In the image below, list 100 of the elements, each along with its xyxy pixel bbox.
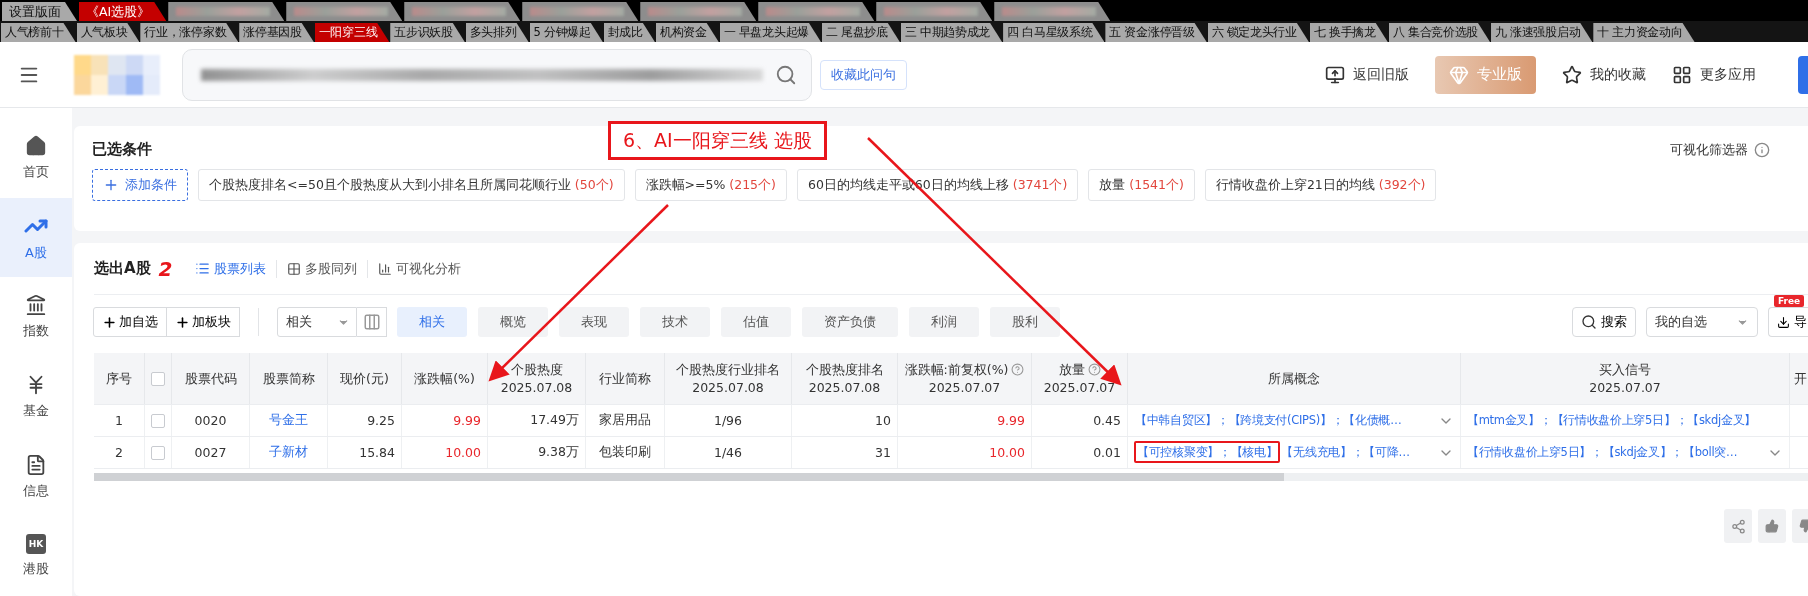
tab[interactable]: 多头排列: [465, 23, 529, 42]
blurred-tab[interactable]: [876, 2, 993, 21]
add-button[interactable]: 加自选: [93, 307, 167, 337]
blurred-tab[interactable]: [286, 2, 403, 21]
signal-tags[interactable]: 【mtm金叉】；【行情收盘价上穿5日】；【skdj金叉】: [1467, 413, 1756, 428]
add-button[interactable]: 加板块: [166, 307, 240, 337]
condition-chip[interactable]: 行情收盘价上穿21日的均线 (392个): [1204, 169, 1437, 201]
blurred-tab[interactable]: [640, 2, 757, 21]
condition-chip[interactable]: 放量 (1541个): [1088, 169, 1195, 201]
add-condition-button[interactable]: 添加条件: [92, 169, 188, 201]
condition-chip[interactable]: 涨跌幅>=5% (215个): [634, 169, 787, 201]
view-tab[interactable]: 股票列表: [184, 259, 276, 278]
category-tab[interactable]: 表现: [559, 307, 629, 337]
tab[interactable]: 5 分钟爆起: [529, 23, 603, 42]
column-header[interactable]: 股票简称: [262, 369, 315, 388]
tab[interactable]: 一阳穿三线: [314, 23, 390, 42]
column-header[interactable]: 涨跌幅:前复权(%): [904, 360, 1009, 379]
sidebar-item[interactable]: 首页: [0, 118, 72, 198]
column-header[interactable]: 序号: [106, 369, 132, 388]
sidebar-item[interactable]: 指数: [0, 277, 72, 357]
category-tab[interactable]: 资产负债: [802, 307, 898, 337]
blurred-tab[interactable]: [522, 2, 639, 21]
column-date: 2025.07.07: [1043, 378, 1116, 397]
column-header[interactable]: 个股热度: [510, 360, 563, 379]
header-link[interactable]: 我的收藏: [1562, 64, 1646, 85]
info-icon[interactable]: [1754, 141, 1770, 158]
category-tab[interactable]: 估值: [721, 307, 791, 337]
tab[interactable]: 人气板块: [76, 23, 140, 42]
monitor-icon: [1325, 64, 1345, 85]
concept-tags[interactable]: 【中韩自贸区】；【跨境支付(CIPS)】；【化债概…: [1134, 411, 1403, 429]
column-header[interactable]: 个股热度排名: [805, 360, 884, 379]
sidebar-item[interactable]: 信息: [0, 436, 72, 517]
category-tab[interactable]: 相关: [397, 307, 467, 337]
row-checkbox[interactable]: [151, 413, 165, 428]
blurred-tab[interactable]: [404, 2, 521, 21]
search-icon[interactable]: [775, 63, 797, 86]
sidebar-item[interactable]: A股: [0, 197, 72, 278]
column-header[interactable]: 涨跌幅(%): [414, 369, 475, 388]
sidebar-item[interactable]: HK 港股: [0, 516, 72, 596]
blurred-tab[interactable]: [994, 2, 1111, 21]
header-link[interactable]: 返回旧版: [1325, 64, 1409, 85]
share-button[interactable]: [1724, 509, 1752, 543]
header-link[interactable]: 更多应用: [1672, 64, 1756, 85]
visual-filter-link[interactable]: 可视化筛选器: [1670, 140, 1748, 159]
search-field[interactable]: [182, 48, 812, 101]
blurred-tab[interactable]: [168, 2, 285, 21]
sidebar-item[interactable]: 基金: [0, 357, 72, 437]
blurred-tab[interactable]: [758, 2, 875, 21]
tab[interactable]: 八 集合竞价选股: [1388, 23, 1490, 42]
help-icon[interactable]: [1011, 363, 1025, 376]
column-header[interactable]: 开: [1794, 369, 1807, 388]
stock-name-link[interactable]: 子新材: [269, 444, 308, 461]
column-header[interactable]: 行业简称: [599, 369, 651, 388]
bookmark-button[interactable]: 收藏此问句: [820, 59, 907, 90]
column-header[interactable]: 买入信号: [1599, 360, 1651, 379]
category-tab[interactable]: 技术: [640, 307, 710, 337]
tab[interactable]: 九 涨速强股启动: [1491, 23, 1593, 42]
tab[interactable]: 三 中期趋势成龙: [900, 23, 1003, 42]
signal-tags[interactable]: 【行情收盘价上穿5日】；【skdj金叉】；【boll突…: [1467, 445, 1738, 460]
column-header[interactable]: 股票代码: [184, 369, 237, 388]
export-button[interactable]: 导: [1768, 307, 1808, 337]
stock-name-link[interactable]: 号金王: [269, 412, 308, 429]
category-tab[interactable]: 概览: [478, 307, 548, 337]
tab[interactable]: 二 尾盘抄底: [821, 23, 900, 42]
row-checkbox[interactable]: [151, 445, 165, 460]
tab[interactable]: 《AI选股》: [79, 2, 167, 21]
tab[interactable]: 五步识妖股: [390, 23, 465, 42]
columns-button[interactable]: [357, 307, 387, 337]
tab[interactable]: 涨停基因股: [239, 23, 314, 42]
partial-button[interactable]: [1798, 55, 1808, 94]
tab[interactable]: 机构资金: [655, 23, 719, 42]
tab[interactable]: 设置版面: [2, 2, 77, 21]
tab[interactable]: 六 锁定龙头行业: [1207, 23, 1309, 42]
select-all-checkbox[interactable]: [151, 371, 165, 386]
tab[interactable]: 封成比: [603, 23, 655, 42]
view-tab[interactable]: 多股同列: [275, 259, 367, 278]
tab[interactable]: 行业，涨停家数: [140, 23, 239, 42]
category-tab[interactable]: 股利: [990, 307, 1060, 337]
category-tab[interactable]: 利润: [909, 307, 979, 337]
column-date: 2025.07.07: [1589, 378, 1661, 397]
tab[interactable]: 人气榜前十: [1, 23, 76, 42]
like-button[interactable]: [1758, 509, 1786, 543]
column-header[interactable]: 所属概念: [1268, 369, 1320, 388]
column-header[interactable]: 放量: [1058, 360, 1085, 379]
tab[interactable]: 四 白马星级系统: [1003, 23, 1105, 42]
horizontal-scrollbar[interactable]: [94, 473, 1808, 481]
condition-chip[interactable]: 个股热度排名<=50且个股热度从大到小排名且所属同花顺行业 (50个): [198, 169, 625, 201]
view-tab[interactable]: 可视化分析: [366, 259, 471, 278]
column-header[interactable]: 现价(元): [340, 369, 389, 388]
help-icon[interactable]: [1087, 363, 1101, 376]
column-header[interactable]: 个股热度行业排名: [676, 360, 780, 379]
tab[interactable]: 七 换手擒龙: [1309, 23, 1388, 42]
tab[interactable]: 一 早盘龙头起爆: [719, 23, 821, 42]
tab[interactable]: 五 资金涨停晋级: [1105, 23, 1207, 42]
watchlist-select[interactable]: 我的自选: [1646, 307, 1758, 337]
concept-tags[interactable]: 【无线充电】；【可降…: [1280, 443, 1411, 461]
highlighted-concepts[interactable]: 【可控核聚变】；【核电】: [1134, 441, 1281, 463]
tab[interactable]: 十 主力资金动向: [1593, 23, 1695, 42]
search-button[interactable]: 搜索: [1572, 307, 1636, 337]
sort-select[interactable]: 相关: [277, 307, 357, 337]
